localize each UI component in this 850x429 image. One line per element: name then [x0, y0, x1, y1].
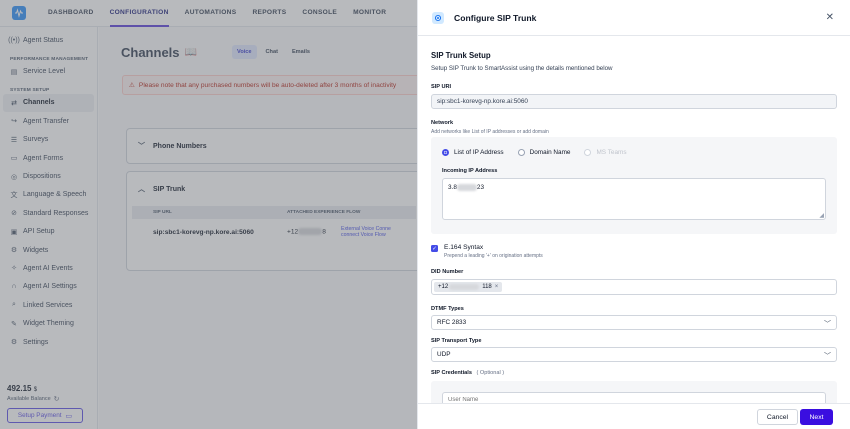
drawer-title: Configure SIP Trunk — [454, 12, 537, 23]
next-button[interactable]: Next — [800, 409, 833, 425]
drawer-header: Configure SIP Trunk ✕ — [418, 0, 850, 36]
radio-list-of-ip[interactable]: List of IP Address — [442, 149, 504, 156]
section-title: SIP Trunk Setup — [431, 51, 491, 60]
close-icon[interactable]: ✕ — [826, 13, 834, 23]
resize-handle-icon[interactable]: ◢ — [819, 212, 824, 219]
sip-trunk-icon — [432, 11, 444, 24]
radio-disabled-icon — [584, 149, 592, 156]
e164-label: E.164 Syntax — [444, 244, 484, 251]
credentials-label: SIP Credentials ( Optional ) — [431, 370, 505, 376]
did-number-label: DID Number — [431, 269, 464, 275]
cancel-button[interactable]: Cancel — [757, 409, 798, 425]
drawer-body: SIP Trunk Setup Setup SIP Trunk to Smart… — [431, 51, 839, 403]
network-radio-group: List of IP Address Domain Name MS Teams — [442, 149, 627, 156]
chevron-down-icon: ﹀ — [824, 321, 831, 328]
sip-uri-field: sip:sbc1-korevg-np.kore.ai:5060 — [431, 94, 837, 109]
chip-remove-icon[interactable]: × — [495, 284, 499, 290]
sip-uri-label: SIP URI — [431, 84, 452, 90]
configure-sip-trunk-drawer: Configure SIP Trunk ✕ SIP Trunk Setup Se… — [417, 0, 850, 429]
username-input[interactable] — [442, 392, 826, 403]
transport-label: SIP Transport Type — [431, 338, 482, 344]
e164-checkbox-row[interactable]: ✓ E.164 Syntax Prepend a leading '+' on … — [431, 244, 543, 259]
radio-unchecked-icon — [517, 149, 525, 156]
dtmf-label: DTMF Types — [431, 306, 464, 312]
e164-sublabel: Prepend a leading '+' on origination att… — [444, 253, 543, 259]
network-sublabel: Add networks like List of IP addresses o… — [431, 129, 549, 135]
radio-ms-teams: MS Teams — [584, 149, 627, 156]
modal-backdrop[interactable] — [0, 0, 417, 429]
section-subtitle: Setup SIP Trunk to SmartAssist using the… — [431, 65, 613, 72]
dtmf-select[interactable]: RFC 2833 ﹀ — [431, 315, 837, 330]
network-label: Network — [431, 120, 454, 126]
incoming-ip-textarea[interactable]: 3.8 23 ◢ — [442, 178, 826, 220]
credentials-box — [431, 381, 837, 403]
radio-domain-name[interactable]: Domain Name — [517, 149, 570, 156]
incoming-ip-label: Incoming IP Address — [442, 168, 498, 174]
chevron-down-icon: ﹀ — [824, 353, 831, 360]
drawer-footer: Cancel Next — [418, 403, 850, 429]
network-box: List of IP Address Domain Name MS Teams … — [431, 137, 837, 234]
did-number-chip: +12 118 × — [434, 282, 503, 292]
transport-select[interactable]: UDP ﹀ — [431, 347, 837, 362]
did-number-input[interactable]: +12 118 × — [431, 279, 837, 295]
checkbox-checked-icon[interactable]: ✓ — [431, 245, 438, 252]
radio-checked-icon — [442, 149, 449, 156]
